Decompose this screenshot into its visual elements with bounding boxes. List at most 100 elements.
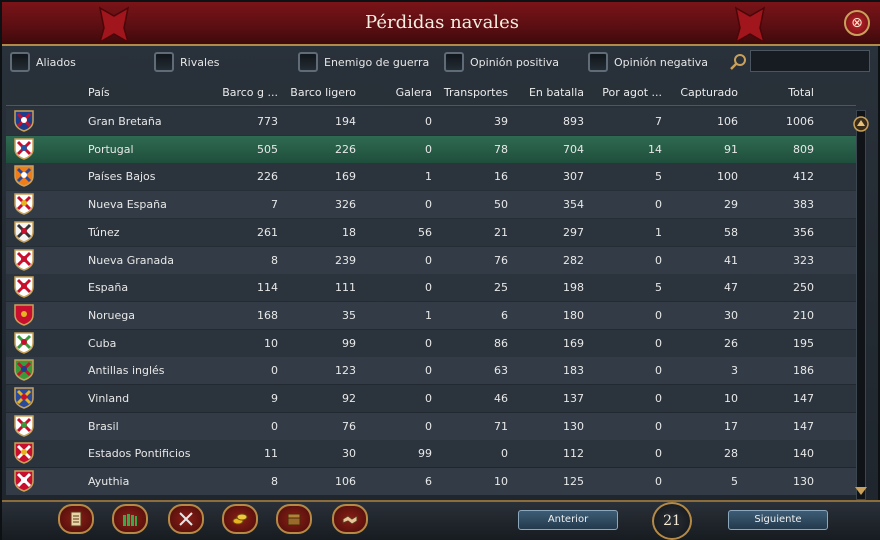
captured-value: 100 [717, 170, 738, 184]
filter-allies[interactable]: Aliados [10, 50, 76, 74]
table-scrollbar[interactable] [856, 110, 866, 500]
filter-negative-opinion[interactable]: Opinión negativa [588, 50, 708, 74]
column-header-transports[interactable]: Transportes [434, 86, 508, 99]
attrition-value: 0 [655, 364, 662, 378]
in-battle-value: 125 [563, 475, 584, 489]
galley-value: 99 [418, 447, 432, 461]
filter-label: Opinión negativa [614, 55, 709, 69]
column-header-light-ship[interactable]: Barco ligero [282, 86, 356, 99]
attrition-value: 0 [655, 253, 662, 267]
previous-button[interactable]: Anterior [518, 510, 618, 530]
table-row[interactable]: Túnez 261 18 56 21 297 1 58 356 [6, 218, 856, 246]
negative-opinion-checkbox[interactable] [588, 52, 608, 72]
table-row[interactable]: Noruega 168 35 1 6 180 0 30 210 [6, 301, 856, 329]
search-icon [730, 54, 746, 70]
scroll-up-icon[interactable] [852, 114, 870, 134]
close-icon: ⊗ [851, 15, 863, 31]
transports-value: 63 [494, 364, 508, 378]
attrition-value: 7 [655, 115, 662, 128]
table-row[interactable]: Brasil 0 76 0 71 130 0 17 147 [6, 412, 856, 440]
table-row[interactable]: Portugal 505 226 0 78 704 14 91 809 [6, 135, 856, 163]
attrition-value: 0 [655, 475, 662, 489]
attrition-value: 0 [655, 198, 662, 212]
filter-label: Aliados [36, 55, 76, 69]
rivals-checkbox[interactable] [154, 52, 174, 72]
tab-button-trade[interactable] [276, 504, 312, 534]
filter-positive-opinion[interactable]: Opinión positiva [444, 50, 559, 74]
new-granada-flag[interactable] [14, 248, 34, 271]
captured-value: 10 [724, 392, 738, 405]
tab-button-diplomacy[interactable] [332, 504, 368, 534]
column-header-attrition[interactable]: Por agot ... [590, 86, 662, 99]
country-name: Estados Pontificios [88, 447, 191, 461]
country-name: Ayuthia [88, 475, 130, 489]
tab-button-economy[interactable] [222, 504, 258, 534]
filter-rivals[interactable]: Rivales [154, 50, 220, 74]
table-row[interactable]: Cuba 10 99 0 86 169 0 26 195 [6, 329, 856, 357]
light-ship-value: 92 [342, 392, 356, 405]
total-value: 809 [793, 142, 814, 156]
captured-value: 58 [724, 225, 738, 239]
column-header-captured[interactable]: Capturado [666, 86, 738, 99]
tunis-flag[interactable] [14, 221, 34, 243]
in-battle-value: 307 [563, 170, 584, 184]
in-battle-value: 137 [563, 392, 584, 405]
transports-value: 0 [501, 447, 508, 461]
table-row[interactable]: España 114 111 0 25 198 5 47 250 [6, 274, 856, 302]
transports-value: 25 [494, 281, 508, 295]
table-row[interactable]: Nueva España 7 326 0 50 354 0 29 383 [6, 191, 856, 219]
naval-losses-table: País Barco g ... Barco ligero Galera Tra… [6, 80, 856, 496]
table-row[interactable]: Países Bajos 226 169 1 16 307 5 100 412 [6, 163, 856, 191]
column-header-in-battle[interactable]: En batalla [512, 86, 584, 99]
attrition-value: 0 [655, 447, 662, 461]
galley-value: 0 [425, 364, 432, 378]
close-button[interactable]: ⊗ [844, 10, 870, 36]
search-input[interactable] [750, 50, 870, 72]
allies-checkbox[interactable] [10, 52, 30, 72]
table-row[interactable]: Antillas inglés 0 123 0 63 183 0 3 186 [6, 357, 856, 385]
war-enemy-checkbox[interactable] [298, 52, 318, 72]
spain-flag[interactable] [14, 276, 34, 298]
transports-value: 71 [494, 419, 508, 433]
table-row[interactable]: Nueva Granada 8 239 0 76 282 0 41 323 [6, 246, 856, 274]
heavy-ship-value: 168 [257, 308, 278, 322]
table-row[interactable]: Estados Pontificios 11 30 99 0 112 0 28 140 [6, 440, 856, 468]
norway-flag[interactable] [14, 304, 34, 326]
in-battle-value: 169 [563, 336, 584, 350]
table-row[interactable]: Vinland 9 92 0 46 137 0 10 147 [6, 385, 856, 412]
light-ship-value: 169 [335, 170, 356, 184]
column-header-galley[interactable]: Galera [362, 86, 432, 99]
netherlands-flag[interactable] [14, 165, 34, 188]
column-header-total[interactable]: Total [742, 86, 814, 99]
papal-states-flag[interactable] [14, 442, 34, 465]
transports-value: 39 [494, 115, 508, 128]
light-ship-value: 35 [342, 308, 356, 322]
in-battle-value: 354 [563, 198, 584, 212]
table-row[interactable]: Gran Bretaña 773 194 0 39 893 7 106 1006 [6, 108, 856, 135]
attrition-value: 14 [648, 142, 662, 156]
english-antilles-flag[interactable] [14, 359, 34, 382]
cuba-flag[interactable] [14, 331, 34, 354]
galley-value: 6 [425, 475, 432, 489]
next-button[interactable]: Siguiente [728, 510, 828, 530]
attrition-value: 5 [655, 170, 662, 184]
ayutthaya-flag[interactable] [14, 470, 34, 492]
in-battle-value: 180 [563, 308, 584, 322]
tab-button-overview[interactable] [58, 504, 94, 534]
captured-value: 3 [731, 364, 738, 378]
total-value: 383 [793, 198, 814, 212]
positive-opinion-checkbox[interactable] [444, 52, 464, 72]
portugal-flag[interactable] [14, 137, 34, 160]
column-header-heavy-ship[interactable]: Barco g ... [202, 86, 278, 99]
column-header-country[interactable]: País [88, 86, 208, 99]
scroll-down-icon[interactable] [852, 484, 870, 498]
new-spain-flag[interactable] [14, 193, 34, 215]
handshake-icon [342, 515, 358, 525]
table-row[interactable]: Ayuthia 8 106 6 10 125 0 5 130 [6, 468, 856, 496]
vinland-flag[interactable] [14, 387, 34, 409]
tab-button-army[interactable] [112, 504, 148, 534]
filter-war-enemy[interactable]: Enemigo de guerra [298, 50, 429, 74]
union-jack-flag[interactable] [14, 110, 34, 132]
brazil-flag[interactable] [14, 414, 34, 437]
tab-button-combat[interactable] [168, 504, 204, 534]
